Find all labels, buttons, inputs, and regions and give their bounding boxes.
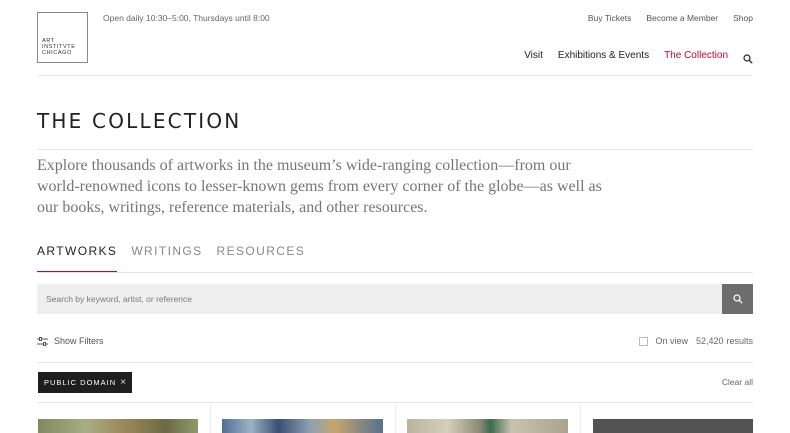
opening-hours: Open daily 10:30–5:00, Thursdays until 8… [103, 13, 270, 23]
results-count: 52,420 results [696, 336, 753, 346]
search-icon[interactable] [743, 51, 753, 64]
main-nav: Visit Exhibitions & Events The Collectio… [524, 50, 753, 64]
result-controls: On view 52,420 results [639, 336, 753, 346]
filters-row: Show Filters On view 52,420 results [37, 336, 753, 350]
collection-search [37, 284, 753, 314]
show-filters-label: Show Filters [54, 336, 104, 346]
artwork-thumbnail[interactable] [593, 419, 753, 433]
shop-link[interactable]: Shop [733, 13, 753, 23]
show-filters-button[interactable]: Show Filters [37, 336, 104, 346]
tag-label: PUBLIC DOMAIN [44, 378, 117, 387]
close-icon[interactable]: × [120, 377, 126, 388]
tab-writings[interactable]: WRITINGS [131, 244, 202, 272]
artwork-thumbnail[interactable] [38, 419, 198, 433]
on-view-toggle[interactable]: On view [639, 336, 688, 346]
on-view-checkbox[interactable] [639, 336, 649, 346]
nav-visit[interactable]: Visit [524, 50, 543, 61]
logo[interactable]: ART INSTITVTE CHICAGO [37, 12, 88, 63]
intro-text: Explore thousands of artworks in the mus… [37, 157, 602, 216]
become-member-link[interactable]: Become a Member [646, 13, 718, 23]
search-input[interactable] [37, 284, 722, 314]
tabs-divider [37, 272, 753, 273]
on-view-label: On view [655, 336, 688, 346]
buy-tickets-link[interactable]: Buy Tickets [588, 13, 631, 23]
tab-resources[interactable]: RESOURCES [217, 244, 306, 272]
title-divider [37, 149, 753, 150]
clear-all-link[interactable]: Clear all [722, 377, 753, 387]
filters-divider [37, 362, 753, 363]
nav-the-collection[interactable]: The Collection [664, 50, 728, 61]
results-number: 52,420 [695, 336, 724, 346]
artwork-thumbnail[interactable] [407, 419, 568, 433]
nav-exhibitions-events[interactable]: Exhibitions & Events [558, 50, 649, 61]
collection-tabs: ARTWORKS WRITINGS RESOURCES [37, 244, 305, 272]
grid-column-divider [210, 402, 211, 433]
active-filter-tag[interactable]: PUBLIC DOMAIN × [38, 372, 133, 393]
page-title: THE COLLECTION [37, 109, 242, 133]
logo-line: CHICAGO [42, 50, 72, 56]
search-submit-button[interactable] [722, 284, 753, 314]
search-icon [732, 294, 743, 304]
artwork-thumbnail[interactable] [222, 419, 383, 433]
tab-artworks[interactable]: ARTWORKS [37, 244, 118, 272]
results-label: results [726, 336, 753, 346]
grid-column-divider [580, 402, 581, 433]
sliders-icon [37, 336, 48, 346]
utility-nav: Buy Tickets Become a Member Shop [588, 13, 753, 23]
header-divider [37, 75, 753, 76]
grid-column-divider [395, 402, 396, 433]
